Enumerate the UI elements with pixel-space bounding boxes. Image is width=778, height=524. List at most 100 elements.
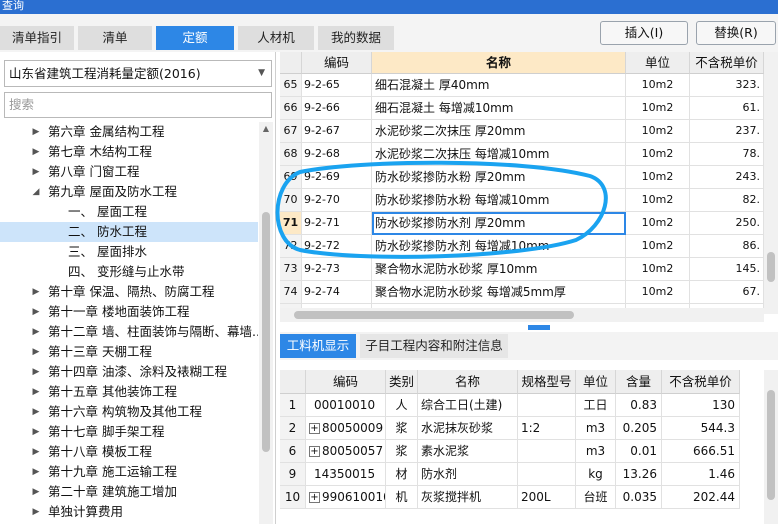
collapsed-arrow-icon[interactable]: ▶ <box>30 342 42 362</box>
material-cell-spec[interactable]: 200L <box>518 486 576 509</box>
quota-cell-unit[interactable]: 10m2 <box>626 189 690 212</box>
tab-work-content-notes[interactable]: 子目工程内容和附注信息 <box>360 334 508 358</box>
material-cell-code[interactable]: +990610010 <box>306 486 386 509</box>
material-cell-code[interactable]: +80050009 <box>306 417 386 440</box>
quota-cell-unit[interactable]: 10m2 <box>626 166 690 189</box>
quota-cell-price[interactable]: 243. <box>690 166 764 189</box>
tree-item[interactable]: ▶ 第六章 金属结构工程 <box>0 122 258 142</box>
quota-cell-price[interactable]: 82. <box>690 189 764 212</box>
material-cell-type[interactable]: 浆 <box>386 440 418 463</box>
scrollbar-thumb[interactable] <box>767 390 775 500</box>
material-cell-type[interactable]: 机 <box>386 486 418 509</box>
material-cell-qty[interactable]: 13.26 <box>616 463 662 486</box>
material-cell-price[interactable]: 666.51 <box>662 440 740 463</box>
header-type[interactable]: 类别 <box>386 370 418 394</box>
material-cell-num[interactable]: 1 <box>280 394 306 417</box>
material-cell-qty[interactable]: 0.035 <box>616 486 662 509</box>
tab-material-display[interactable]: 工料机显示 <box>280 334 356 358</box>
quota-cell-name[interactable]: 防水砂浆掺防水剂 每增减10mm <box>372 235 626 258</box>
quota-cell-code[interactable]: 9-2-69 <box>302 166 372 189</box>
tree-item[interactable]: ◢ 第九章 屋面及防水工程 <box>0 182 258 202</box>
header-unit[interactable]: 单位 <box>576 370 616 394</box>
tree-item[interactable]: ▶ 第十九章 施工运输工程 <box>0 462 258 482</box>
material-cell-qty[interactable]: 0.83 <box>616 394 662 417</box>
material-cell-unit[interactable]: m3 <box>576 440 616 463</box>
quota-cell-num[interactable]: 65 <box>280 74 302 97</box>
material-cell-spec[interactable]: 1:2 <box>518 417 576 440</box>
material-cell-unit[interactable]: m3 <box>576 417 616 440</box>
tree-item[interactable]: ▶ 第十章 保温、隔热、防腐工程 <box>0 282 258 302</box>
quota-cell-code[interactable]: 9-2-68 <box>302 143 372 166</box>
tree-item[interactable]: 一、 屋面工程 <box>0 202 258 222</box>
material-cell-unit[interactable]: 台班 <box>576 486 616 509</box>
material-cell-num[interactable]: 9 <box>280 463 306 486</box>
quota-cell-num[interactable]: 74 <box>280 281 302 304</box>
material-cell-name[interactable]: 素水泥浆 <box>418 440 518 463</box>
quota-cell-code[interactable]: 9-2-65 <box>302 74 372 97</box>
insert-button[interactable]: 插入(I) <box>600 21 688 45</box>
search-input[interactable]: 搜索 <box>4 92 272 118</box>
material-cell-name[interactable]: 综合工日(土建) <box>418 394 518 417</box>
expand-plus-icon[interactable]: + <box>309 423 320 434</box>
expand-plus-icon[interactable]: + <box>309 492 320 503</box>
quota-cell-num[interactable]: 71 <box>280 212 302 235</box>
scrollbar-thumb[interactable] <box>294 311 574 319</box>
quota-cell-unit[interactable]: 10m2 <box>626 120 690 143</box>
quota-cell-name[interactable]: 细石混凝土 厚40mm <box>372 74 626 97</box>
material-cell-qty[interactable]: 0.205 <box>616 417 662 440</box>
material-cell-name[interactable]: 水泥抹灰砂浆 <box>418 417 518 440</box>
tree-item[interactable]: ▶ 第八章 门窗工程 <box>0 162 258 182</box>
quota-cell-price[interactable]: 250. <box>690 212 764 235</box>
material-cell-type[interactable]: 人 <box>386 394 418 417</box>
quota-cell-unit[interactable]: 10m2 <box>626 235 690 258</box>
material-cell-unit[interactable]: 工日 <box>576 394 616 417</box>
tree-item[interactable]: ▶ 第十七章 脚手架工程 <box>0 422 258 442</box>
collapsed-arrow-icon[interactable]: ▶ <box>30 282 42 302</box>
quota-cell-unit[interactable]: 10m2 <box>626 97 690 120</box>
tree-item[interactable]: ▶ 第十六章 构筑物及其他工程 <box>0 402 258 422</box>
header-code[interactable]: 编码 <box>302 52 372 74</box>
expand-plus-icon[interactable]: + <box>309 446 320 457</box>
tree-item[interactable]: ▶ 第十二章 墙、柱面装饰与隔断、幕墙... <box>0 322 258 342</box>
material-cell-code[interactable]: 14350015 <box>306 463 386 486</box>
quota-cell-name[interactable]: 聚合物水泥防水砂浆 每增减5mm厚 <box>372 281 626 304</box>
tree-item[interactable]: ▶ 第十四章 油漆、涂料及裱糊工程 <box>0 362 258 382</box>
collapsed-arrow-icon[interactable]: ▶ <box>30 422 42 442</box>
material-cell-price[interactable]: 1.46 <box>662 463 740 486</box>
quota-cell-price[interactable]: 237. <box>690 120 764 143</box>
scrollbar-thumb[interactable] <box>767 252 775 282</box>
header-qty[interactable]: 含量 <box>616 370 662 394</box>
tree-scrollbar[interactable]: ▲ <box>259 122 273 524</box>
replace-button[interactable]: 替换(R) <box>696 21 776 45</box>
collapsed-arrow-icon[interactable]: ▶ <box>30 322 42 342</box>
material-table-vscrollbar[interactable] <box>764 370 778 524</box>
scroll-up-icon[interactable]: ▲ <box>259 124 273 133</box>
material-cell-num[interactable]: 2 <box>280 417 306 440</box>
quota-cell-code[interactable]: 9-2-70 <box>302 189 372 212</box>
header-name[interactable]: 名称 <box>418 370 518 394</box>
quota-cell-price[interactable]: 145. <box>690 258 764 281</box>
panel-splitter-handle[interactable] <box>528 325 550 330</box>
quota-cell-name[interactable]: 聚合物水泥防水砂浆 厚10mm <box>372 258 626 281</box>
collapsed-arrow-icon[interactable]: ▶ <box>30 462 42 482</box>
collapsed-arrow-icon[interactable]: ▶ <box>30 482 42 502</box>
quota-cell-name[interactable]: 细石混凝土 每增减10mm <box>372 97 626 120</box>
tree-item[interactable]: ▶ 第十八章 模板工程 <box>0 442 258 462</box>
quota-cell-price[interactable]: 67. <box>690 281 764 304</box>
quota-cell-unit[interactable]: 10m2 <box>626 281 690 304</box>
material-cell-spec[interactable] <box>518 463 576 486</box>
quota-cell-num[interactable]: 73 <box>280 258 302 281</box>
collapsed-arrow-icon[interactable]: ▶ <box>30 362 42 382</box>
tab-bill[interactable]: 清单 <box>78 26 152 50</box>
quota-cell-code[interactable]: 9-2-72 <box>302 235 372 258</box>
material-cell-name[interactable]: 防水剂 <box>418 463 518 486</box>
material-cell-unit[interactable]: kg <box>576 463 616 486</box>
quota-cell-name[interactable]: 防水砂浆掺防水粉 每增减10mm <box>372 189 626 212</box>
collapsed-arrow-icon[interactable]: ▶ <box>30 142 42 162</box>
material-cell-type[interactable]: 浆 <box>386 417 418 440</box>
quota-cell-unit[interactable]: 10m2 <box>626 258 690 281</box>
quota-cell-price[interactable]: 78. <box>690 143 764 166</box>
quota-cell-name[interactable]: 水泥砂浆二次抹压 厚20mm <box>372 120 626 143</box>
material-cell-code[interactable]: +80050057 <box>306 440 386 463</box>
quota-cell-code[interactable]: 9-2-67 <box>302 120 372 143</box>
